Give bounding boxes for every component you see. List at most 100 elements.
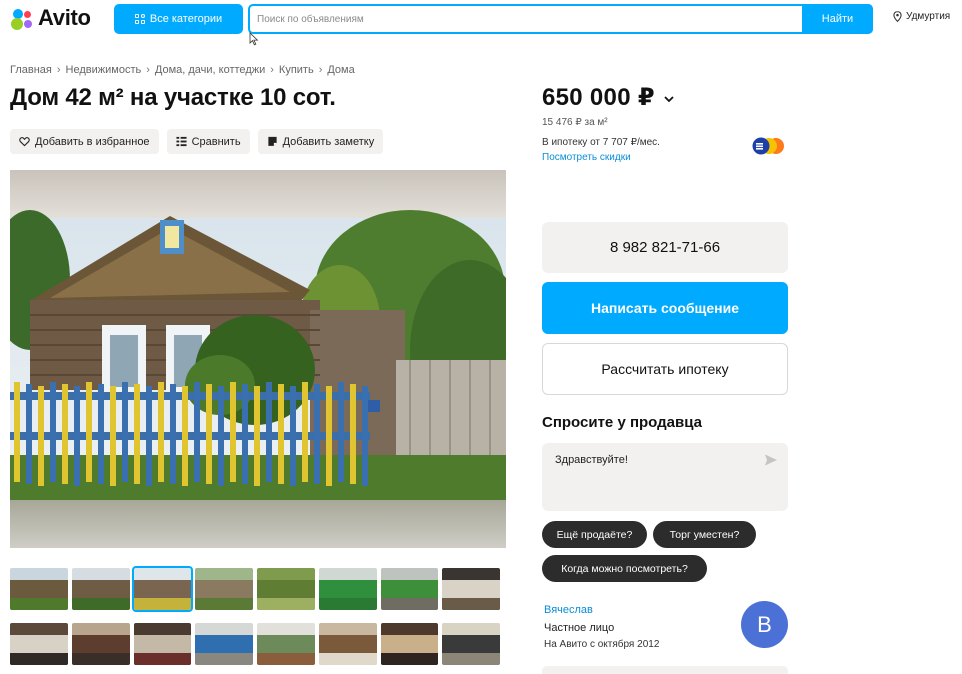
seller-since: На Авито с октября 2012 [544, 639, 660, 650]
all-categories-button[interactable]: Все категории [114, 4, 243, 34]
add-to-favorites-label: Добавить в избранное [35, 135, 150, 148]
photo-thumbnail[interactable] [133, 623, 192, 665]
location-pin-icon [893, 11, 902, 22]
thumbnail-image-part [442, 598, 500, 610]
breadcrumb-item-houses-dachas[interactable]: Дома, дачи, коттеджи [155, 64, 265, 76]
thumbnail-image-part [10, 635, 68, 653]
mortgage-info: В ипотеку от 7 707 ₽/мес. [542, 137, 660, 148]
thumbnail-image-part [380, 635, 439, 653]
listing-actions: Добавить в избранное Сравнить Добавить з… [10, 129, 384, 154]
breadcrumb-item-realty[interactable]: Недвижимость [66, 64, 142, 76]
bank-logos-icon [752, 137, 784, 155]
photo-thumbnail[interactable] [380, 623, 439, 665]
photo-thumbnails [10, 566, 500, 674]
thumbnail-image-part [10, 580, 68, 598]
breadcrumb-item-houses[interactable]: Дома [327, 64, 354, 76]
all-categories-label: Все категории [149, 13, 223, 25]
photo-thumbnail[interactable] [71, 568, 130, 610]
compare-label: Сравнить [191, 135, 241, 148]
listing-main-photo[interactable] [10, 170, 506, 548]
breadcrumb: Главная › Недвижимость › Дома, дачи, кот… [10, 64, 355, 76]
price-value: 650 000 ₽ [542, 84, 655, 111]
seller-name[interactable]: Вячеслав [544, 604, 593, 616]
quick-question-bargain[interactable]: Торг уместен? [653, 521, 756, 548]
add-to-favorites-button[interactable]: Добавить в избранное [10, 129, 159, 154]
ask-seller-message: Здравствуйте! [555, 454, 628, 466]
send-icon[interactable] [764, 453, 778, 467]
show-phone-button[interactable]: 8 982 821-71-66 [542, 222, 788, 273]
thumbnail-image-part [195, 653, 253, 665]
photo-thumbnail[interactable] [257, 568, 315, 610]
thumbnail-image-part [133, 635, 192, 653]
photo-thumbnail[interactable] [195, 568, 253, 610]
calculate-mortgage-button[interactable]: Рассчитать ипотеку [542, 343, 788, 395]
thumbnail-image-part [318, 580, 377, 598]
thumbnail-image-part [71, 653, 130, 665]
thumbnail-image-part [318, 653, 377, 665]
compare-button[interactable]: Сравнить [166, 129, 250, 154]
thumbnail-image-part [195, 598, 253, 610]
thumbnail-image-part [133, 598, 192, 610]
quick-question-viewing[interactable]: Когда можно посмотреть? [542, 555, 707, 582]
write-message-button[interactable]: Написать сообщение [542, 282, 788, 334]
view-discounts-link[interactable]: Посмотреть скидки [542, 152, 631, 163]
thumbnail-image-part [257, 635, 315, 653]
thumbnail-image-part [257, 653, 315, 665]
location-label: Удмуртия [906, 11, 951, 22]
photo-thumbnail[interactable] [380, 568, 439, 610]
photo-thumbnail[interactable] [442, 623, 500, 665]
photo-thumbnail[interactable] [131, 566, 194, 612]
photo-thumbnail[interactable] [318, 623, 377, 665]
chevron-down-icon[interactable] [663, 93, 675, 105]
search-button[interactable]: Найти [802, 4, 873, 34]
ask-seller-heading: Спросите у продавца [542, 414, 702, 431]
add-note-label: Добавить заметку [282, 135, 375, 148]
thumbnail-image-part [380, 580, 439, 598]
breadcrumb-chevron-icon: › [270, 64, 274, 76]
mouse-cursor-icon [249, 32, 259, 46]
thumbnail-image-part [442, 580, 500, 598]
add-note-button[interactable]: Добавить заметку [257, 129, 384, 154]
logo-dots-icon [10, 6, 36, 30]
compare-list-icon [176, 136, 187, 147]
house-photo-image [10, 170, 506, 548]
header: Avito Все категории Найти Удмуртия [0, 0, 962, 46]
breadcrumb-chevron-icon: › [146, 64, 150, 76]
thumbnail-image-part [71, 635, 130, 653]
breadcrumb-item-buy[interactable]: Купить [279, 64, 314, 76]
seller-type: Частное лицо [544, 622, 615, 634]
photo-thumbnail[interactable] [71, 623, 130, 665]
thumbnail-image-part [133, 580, 192, 598]
price-per-m2: 15 476 ₽ за м² [542, 117, 608, 128]
categories-grid-icon [134, 13, 146, 25]
thumbnail-image-part [442, 653, 500, 665]
thumbnail-image-part [71, 598, 130, 610]
quick-question-still-selling[interactable]: Ещё продаёте? [542, 521, 647, 548]
note-icon [267, 136, 277, 146]
listing-title: Дом 42 м² на участке 10 сот. [10, 84, 336, 111]
ask-seller-input[interactable]: Здравствуйте! [542, 443, 788, 511]
thumbnail-image-part [195, 635, 253, 653]
photo-thumbnail[interactable] [318, 568, 377, 610]
breadcrumb-item-home[interactable]: Главная [10, 64, 52, 76]
thumbnail-image-part [71, 580, 130, 598]
thumbnail-image-part [133, 653, 192, 665]
seller-avatar[interactable]: В [741, 601, 788, 648]
photo-thumbnail[interactable] [10, 623, 68, 665]
thumbnail-image-part [257, 598, 315, 610]
heart-icon [19, 137, 30, 147]
logo-text: Avito [38, 5, 91, 30]
thumbnail-image-part [380, 598, 439, 610]
photo-thumbnail[interactable] [442, 568, 500, 610]
breadcrumb-chevron-icon: › [56, 64, 61, 76]
avito-logo[interactable]: Avito [10, 5, 91, 30]
photo-thumbnail[interactable] [257, 623, 315, 665]
photo-thumbnail[interactable] [195, 623, 253, 665]
search-input[interactable] [250, 6, 806, 32]
search-bar: Найти [248, 4, 873, 34]
location-selector[interactable]: Удмуртия [893, 11, 950, 22]
thumbnail-image-part [195, 580, 253, 598]
photo-thumbnail[interactable] [10, 568, 68, 610]
subscribe-button-partial[interactable] [542, 666, 788, 674]
thumbnail-image-part [442, 635, 500, 653]
